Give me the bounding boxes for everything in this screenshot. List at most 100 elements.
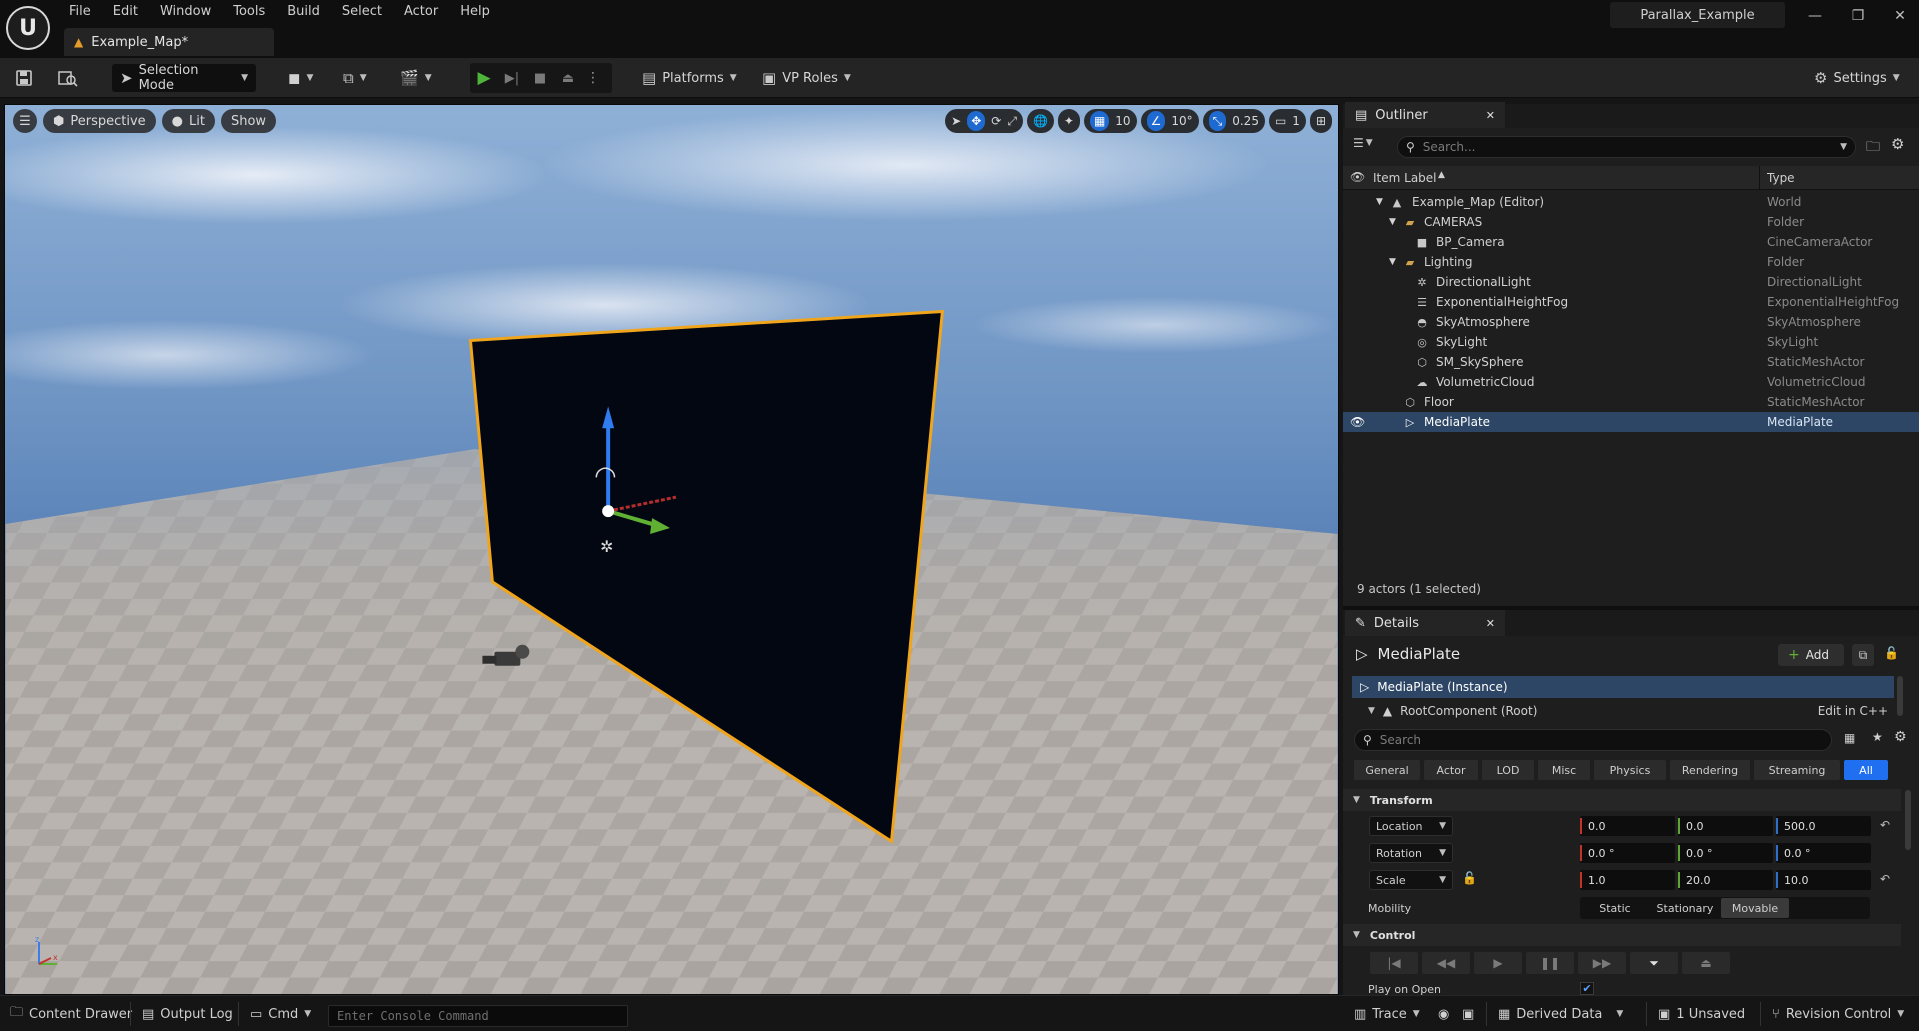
outliner-filter-button[interactable]: ☰ ▼ [1353, 136, 1373, 150]
details-scrollbar[interactable] [1905, 790, 1911, 850]
unsaved-button[interactable]: ▣ 1 Unsaved [1658, 1000, 1745, 1028]
reverse-icon[interactable]: ◀◀ [1422, 952, 1470, 974]
menu-edit[interactable]: Edit [102, 0, 149, 24]
menu-window[interactable]: Window [149, 0, 222, 24]
visibility-eye-icon[interactable]: 👁 [1350, 170, 1365, 184]
tree-row[interactable]: ▼ ▰ CAMERAS Folder [1343, 212, 1919, 232]
scale-z-field[interactable]: 10.0 [1776, 870, 1871, 890]
details-settings-icon[interactable]: ⚙ [1894, 729, 1907, 745]
close-tab-icon[interactable]: ✕ [1486, 109, 1495, 122]
cinematics-button[interactable]: 🎬 ▼ [400, 64, 432, 92]
edit-in-cpp-link[interactable]: Edit in C++ [1818, 704, 1888, 718]
rotation-mode-combo[interactable]: Rotation ▼ [1369, 843, 1453, 863]
tree-row[interactable]: ■ BP_Camera CineCameraActor [1343, 232, 1919, 252]
blueprints-button[interactable]: ⧉ ▼ [343, 64, 367, 92]
root-component-row[interactable]: ▼ ▲ RootComponent (Root) Edit in C++ [1352, 700, 1894, 722]
expand-arrow-icon[interactable]: ▼ [1389, 217, 1396, 227]
scale-lock-icon[interactable]: 🔓 [1462, 871, 1477, 885]
component-list-scrollbar[interactable] [1897, 676, 1903, 716]
derived-data-dropdown[interactable]: ▦ Derived Data ▼ [1498, 1000, 1623, 1028]
outliner-settings-icon[interactable]: ⚙ [1891, 135, 1904, 153]
filter-all[interactable]: All [1844, 760, 1888, 780]
rotate-tool-icon[interactable]: ⟳ [991, 114, 1001, 128]
mobility-stationary[interactable]: Stationary [1649, 898, 1721, 918]
details-tab[interactable]: ✎ Details ✕ [1345, 610, 1505, 636]
layout-button[interactable]: ⊞ [1309, 109, 1332, 133]
menu-file[interactable]: File [58, 0, 102, 24]
stop-icon[interactable]: ■ [526, 71, 554, 86]
location-mode-combo[interactable]: Location ▼ [1369, 816, 1453, 836]
component-instance-row[interactable]: ▷ MediaPlate (Instance) [1352, 676, 1894, 698]
rewind-to-start-icon[interactable]: |◀ [1370, 952, 1418, 974]
cmd-dropdown[interactable]: ▭ Cmd ▼ [250, 1000, 311, 1028]
minimize-icon[interactable]: — [1795, 0, 1835, 32]
translate-tool-icon[interactable]: ✥ [967, 111, 986, 131]
add-folder-icon[interactable]: 🗀 [1866, 136, 1880, 160]
pause-media-icon[interactable]: ❚❚ [1526, 952, 1574, 974]
document-tab[interactable]: ▲ Example_Map* [64, 28, 274, 56]
menu-select[interactable]: Select [331, 0, 393, 24]
save-icon[interactable] [15, 64, 33, 92]
browse-icon[interactable] [58, 64, 78, 92]
mobility-static[interactable]: Static [1581, 898, 1649, 918]
vp-roles-dropdown[interactable]: ▣ VP Roles ▼ [762, 64, 851, 92]
hamburger-menu-icon[interactable]: ☰ [13, 109, 37, 133]
play-media-icon[interactable]: ▶ [1474, 952, 1522, 974]
close-media-icon[interactable]: ⏏ [1682, 952, 1730, 974]
lock-icon[interactable]: 🔓 [1884, 646, 1899, 660]
play-on-open-checkbox[interactable]: ✔ [1580, 982, 1594, 995]
scale-y-field[interactable]: 20.0 [1678, 870, 1773, 890]
filter-misc[interactable]: Misc [1538, 760, 1590, 780]
show-dropdown[interactable]: Show [220, 109, 277, 133]
close-window-icon[interactable]: ✕ [1880, 0, 1919, 32]
tree-row[interactable]: ☰ ExponentialHeightFog ExponentialHeight… [1343, 292, 1919, 312]
rotation-x-field[interactable]: 0.0 ° [1580, 843, 1675, 863]
step-icon[interactable]: ▶| [498, 71, 526, 86]
reset-scale-icon[interactable]: ↶ [1880, 872, 1890, 886]
filter-physics[interactable]: Physics [1594, 760, 1666, 780]
filter-rendering[interactable]: Rendering [1670, 760, 1750, 780]
blueprint-convert-icon[interactable]: ⧉ [1852, 644, 1874, 666]
tree-row[interactable]: ☁ VolumetricCloud VolumetricCloud [1343, 372, 1919, 392]
location-x-field[interactable]: 0.0 [1580, 816, 1675, 836]
outliner-search-input[interactable]: ⚲ Search... ▼ [1397, 136, 1856, 158]
selection-mode-dropdown[interactable]: ➤ Selection Mode ▼ [112, 63, 256, 93]
transform-section-header[interactable]: ▼ Transform [1343, 789, 1901, 811]
expand-arrow-icon[interactable]: ▼ [1368, 706, 1375, 716]
content-drawer-button[interactable]: 🗀 Content Drawer [10, 1000, 132, 1028]
unreal-logo[interactable]: U [6, 6, 50, 50]
scale-mode-combo[interactable]: Scale ▼ [1369, 870, 1453, 890]
console-command-input[interactable]: Enter Console Command [328, 1005, 628, 1027]
filter-streaming[interactable]: Streaming [1754, 760, 1840, 780]
tree-row[interactable]: ⬡ Floor StaticMeshActor [1343, 392, 1919, 412]
rotation-snap-toggle[interactable]: ∠ 10° [1140, 109, 1199, 133]
fast-forward-icon[interactable]: ▶▶ [1578, 952, 1626, 974]
expand-arrow-icon[interactable]: ▼ [1389, 257, 1396, 267]
add-component-button[interactable]: + Add [1778, 644, 1844, 666]
restore-icon[interactable]: ❐ [1838, 0, 1878, 32]
level-viewport[interactable]: ◠ ✲ ☰ ⬢ Perspective ● Lit Show ➤ ✥ ⟳ ⤢ 🌐 [4, 104, 1339, 995]
more-options-icon[interactable]: ⋮ [582, 70, 604, 86]
menu-actor[interactable]: Actor [393, 0, 449, 24]
filter-actor[interactable]: Actor [1424, 760, 1478, 780]
column-item-label[interactable]: Item Label [1373, 171, 1437, 185]
revision-control-dropdown[interactable]: ⑂ Revision Control ▼ [1772, 1000, 1904, 1028]
visibility-eye-icon[interactable]: 👁 [1350, 415, 1365, 429]
surface-snap-icon[interactable]: ✦ [1064, 114, 1074, 128]
location-y-field[interactable]: 0.0 [1678, 816, 1773, 836]
column-type[interactable]: Type [1767, 171, 1795, 185]
open-media-icon[interactable]: ⏷ [1630, 952, 1678, 974]
eject-icon[interactable]: ⏏ [554, 71, 582, 86]
control-section-header[interactable]: ▼ Control [1343, 924, 1901, 946]
tree-row[interactable]: ▼ ▲ Example_Map (Editor) World [1343, 192, 1919, 212]
select-tool-icon[interactable]: ➤ [951, 114, 961, 128]
grid-snap-toggle[interactable]: ▦ 10 [1083, 109, 1137, 133]
menu-build[interactable]: Build [276, 0, 331, 24]
details-search-input[interactable]: ⚲ Search [1354, 729, 1832, 751]
filter-general[interactable]: General [1354, 760, 1420, 780]
filter-lod[interactable]: LOD [1482, 760, 1534, 780]
tree-row[interactable]: ▼ ▰ Lighting Folder [1343, 252, 1919, 272]
scale-tool-icon[interactable]: ⤢ [1007, 114, 1017, 129]
tree-row[interactable]: ✲ DirectionalLight DirectionalLight [1343, 272, 1919, 292]
outliner-tab[interactable]: ▤ Outliner ✕ [1345, 102, 1505, 128]
